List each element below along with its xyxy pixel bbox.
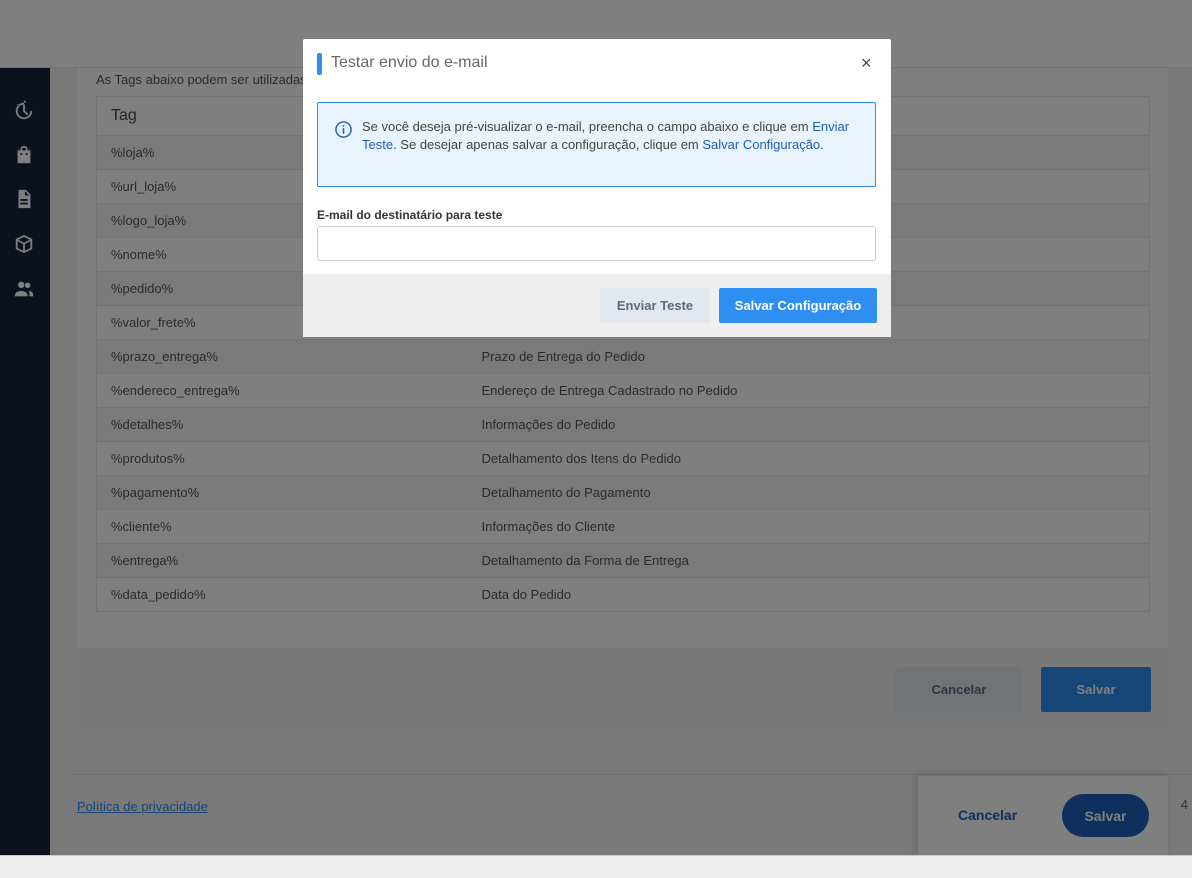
modal-title: Testar envio do e-mail (331, 54, 488, 71)
close-icon[interactable]: × (861, 53, 872, 74)
info-icon (335, 121, 352, 138)
info-alert: Se você deseja pré-visualizar o e-mail, … (317, 102, 876, 187)
save-configuration-button[interactable]: Salvar Configuração (719, 288, 877, 323)
email-field-label: E-mail do destinatário para teste (317, 208, 503, 222)
send-test-button[interactable]: Enviar Teste (600, 288, 710, 323)
info-text-part: . Se desejar apenas salvar a configuraçã… (393, 137, 703, 152)
bottom-strip (0, 855, 1192, 878)
test-email-modal: Testar envio do e-mail × Se você deseja … (303, 39, 891, 337)
modal-footer: Enviar Teste Salvar Configuração (303, 274, 891, 337)
info-link-save-config: Salvar Configuração (702, 137, 821, 152)
info-text: Se você deseja pré-visualizar o e-mail, … (362, 118, 862, 154)
modal-title-accent (317, 53, 322, 75)
email-field[interactable] (317, 226, 876, 261)
info-text-part: Se você deseja pré-visualizar o e-mail, … (362, 119, 813, 134)
info-text-part: . (820, 137, 824, 152)
